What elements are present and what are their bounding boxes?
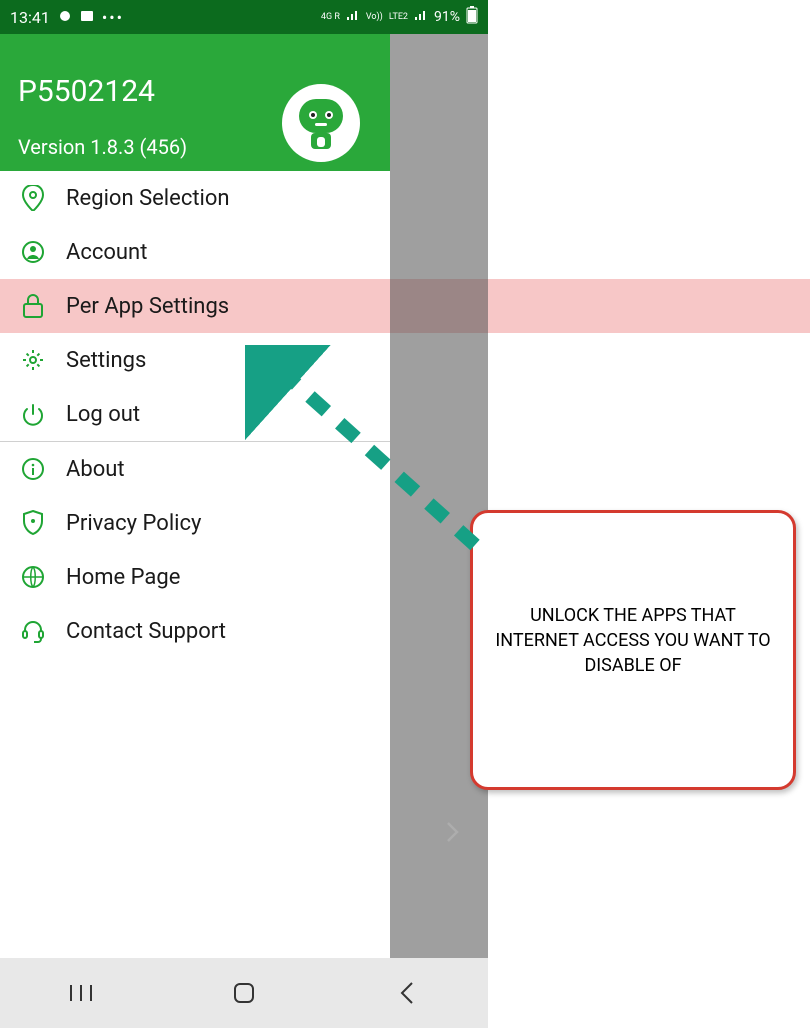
status-battery: 91%: [434, 9, 460, 25]
signal-icon-2: [414, 9, 428, 25]
power-icon: [20, 401, 46, 427]
user-circle-icon: [20, 239, 46, 265]
signal-icon: [346, 9, 360, 25]
menu-item-home-page[interactable]: Home Page: [0, 550, 390, 604]
status-lte-label: LTE2: [389, 13, 408, 22]
status-bar: 13:41 ••• 4G R Vo)) LTE2 91%: [0, 0, 488, 34]
headset-icon: [20, 618, 46, 644]
menu-item-privacy-policy[interactable]: Privacy Policy: [0, 496, 390, 550]
menu-section-1: Region Selection Account Per App Setting…: [0, 171, 390, 441]
android-nav-bar: [0, 958, 488, 1028]
status-msg-icon: [80, 8, 94, 27]
menu-item-label: Log out: [66, 402, 140, 427]
menu-item-about[interactable]: About: [0, 442, 390, 496]
menu-item-label: Per App Settings: [66, 294, 229, 319]
menu-item-logout[interactable]: Log out: [0, 387, 390, 441]
menu-item-settings[interactable]: Settings: [0, 333, 390, 387]
avatar[interactable]: [282, 84, 360, 162]
gear-icon: [20, 347, 46, 373]
menu-item-label: Settings: [66, 348, 146, 373]
map-pin-icon: [20, 185, 46, 211]
menu-item-label: Region Selection: [66, 186, 230, 211]
status-time: 13:41: [10, 8, 50, 27]
nav-back-button[interactable]: [387, 973, 427, 1013]
chevron-right-icon: [446, 820, 460, 850]
nav-home-button[interactable]: [224, 973, 264, 1013]
menu-item-label: Home Page: [66, 565, 180, 590]
menu-item-account[interactable]: Account: [0, 225, 390, 279]
status-4g-label: 4G R: [321, 13, 340, 22]
robot-avatar-icon: [291, 93, 351, 153]
globe-icon: [20, 564, 46, 590]
status-more-icon: •••: [102, 8, 124, 27]
menu-item-label: Account: [66, 240, 147, 265]
shield-icon: [20, 510, 46, 536]
status-right: 4G R Vo)) LTE2 91%: [321, 6, 478, 28]
menu-item-label: Privacy Policy: [66, 511, 201, 536]
annotation-callout: UNLOCK THE APPS THAT INTERNET ACCESS YOU…: [470, 510, 796, 790]
menu-section-2: About Privacy Policy Home Page Contact S…: [0, 442, 390, 658]
drawer-header: P5502124 Version 1.8.3 (456): [0, 34, 390, 171]
status-left: 13:41 •••: [10, 8, 124, 27]
battery-icon: [466, 6, 478, 28]
menu-item-label: About: [66, 457, 125, 482]
menu-item-contact-support[interactable]: Contact Support: [0, 604, 390, 658]
menu-item-region-selection[interactable]: Region Selection: [0, 171, 390, 225]
nav-recents-button[interactable]: [61, 973, 101, 1013]
annotation-text: UNLOCK THE APPS THAT INTERNET ACCESS YOU…: [493, 603, 773, 679]
status-volte-label: Vo)): [366, 13, 383, 22]
lock-icon: [20, 293, 46, 319]
status-app-icon: [58, 8, 72, 27]
background-dim[interactable]: [390, 34, 488, 958]
phone-frame: 13:41 ••• 4G R Vo)) LTE2 91%: [0, 0, 488, 1028]
menu-item-label: Contact Support: [66, 619, 226, 644]
info-icon: [20, 456, 46, 482]
